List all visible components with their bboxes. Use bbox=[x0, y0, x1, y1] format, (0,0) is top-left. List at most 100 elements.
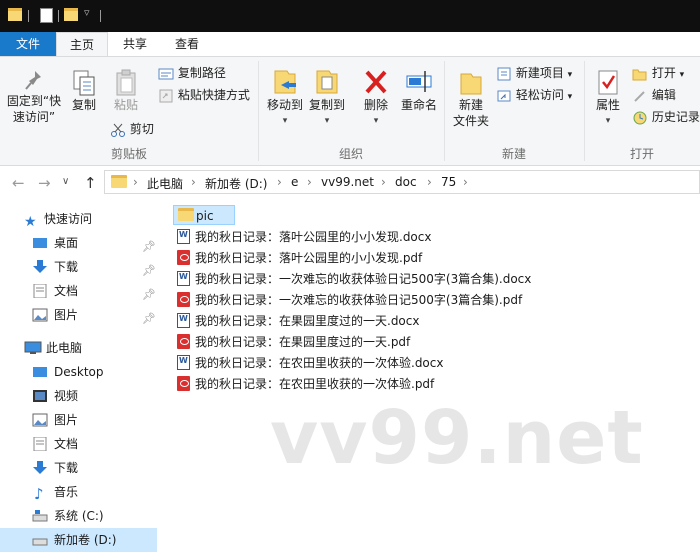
tab-view[interactable]: 查看 bbox=[164, 32, 210, 56]
folder-icon[interactable] bbox=[8, 8, 22, 21]
separator bbox=[100, 10, 101, 22]
nav-label: 桌面 bbox=[54, 236, 79, 250]
address-bar[interactable]: › 此电脑 › 新加卷 (D:) › e › vv99.net › doc › … bbox=[104, 170, 700, 194]
copy-icon bbox=[73, 70, 95, 96]
list-item-folder-pic[interactable]: pic bbox=[173, 205, 235, 225]
nav-item-documents[interactable]: 文档 bbox=[0, 432, 157, 456]
recent-locations-chevron-icon[interactable]: ∨ bbox=[62, 176, 69, 187]
nav-label: 下载 bbox=[54, 461, 79, 475]
breadcrumb-drive-d[interactable]: 新加卷 (D:) bbox=[205, 175, 267, 192]
pin-to-quick-access-button[interactable]: 固定到“快 速访问” bbox=[4, 69, 64, 125]
breadcrumb-doc[interactable]: doc bbox=[395, 175, 417, 189]
properties-check-icon bbox=[598, 70, 618, 95]
cut-button[interactable]: 剪切 bbox=[110, 119, 154, 139]
nav-item-documents-quick[interactable]: 文档 📌︎ bbox=[0, 279, 157, 303]
new-folder-icon[interactable] bbox=[64, 8, 78, 21]
nav-quick-access[interactable]: ★ 快速访问 bbox=[0, 207, 157, 231]
move-to-label: 移动到 bbox=[266, 98, 303, 112]
nav-label: Desktop bbox=[54, 365, 104, 379]
nav-item-downloads[interactable]: 下载 bbox=[0, 456, 157, 480]
scissors-icon bbox=[111, 123, 125, 137]
ribbon-tab-bar: 文件 主页 共享 查看 bbox=[0, 32, 700, 57]
paste-label: 粘贴 bbox=[113, 98, 138, 112]
word-doc-icon bbox=[177, 271, 190, 286]
nav-item-desktop[interactable]: Desktop bbox=[0, 360, 157, 384]
new-folder-label-line2: 文件夹 bbox=[452, 114, 489, 128]
organize-group-label: 组织 bbox=[338, 147, 363, 161]
copy-to-button[interactable]: 复制到 ▾ bbox=[306, 67, 348, 129]
word-doc-icon bbox=[177, 355, 190, 370]
breadcrumb-chevron-icon[interactable]: › bbox=[427, 175, 432, 189]
title-bar: ▿ bbox=[0, 0, 700, 32]
forward-arrow-icon[interactable]: → bbox=[38, 174, 51, 192]
copy-path-button[interactable]: 复制路径 bbox=[158, 63, 226, 83]
delete-button[interactable]: 删除 ▾ bbox=[358, 67, 394, 129]
pin-label-line1: 固定到“快 bbox=[6, 94, 62, 108]
nav-label: 快速访问 bbox=[44, 212, 93, 226]
delete-dropdown-icon: ▾ bbox=[373, 116, 379, 126]
nav-item-pictures[interactable]: 图片 bbox=[0, 408, 157, 432]
nav-item-drive-d[interactable]: 新加卷 (D:) bbox=[0, 528, 157, 552]
delete-x-icon bbox=[365, 70, 387, 94]
pdf-icon bbox=[177, 334, 190, 349]
pdf-icon bbox=[177, 250, 190, 265]
pin-label-line2: 速访问” bbox=[12, 110, 56, 124]
paste-shortcut-button[interactable]: 粘贴快捷方式 bbox=[158, 85, 250, 105]
edit-button[interactable]: 编辑 bbox=[632, 85, 676, 105]
tab-share[interactable]: 共享 bbox=[112, 32, 158, 56]
breadcrumb-chevron-icon[interactable]: › bbox=[133, 175, 138, 189]
watermark: vv99.net bbox=[270, 395, 644, 481]
nav-label: 音乐 bbox=[54, 485, 79, 499]
breadcrumb-vv99[interactable]: vv99.net bbox=[321, 175, 374, 189]
nav-item-downloads-quick[interactable]: 下载 📌︎ bbox=[0, 255, 157, 279]
move-to-button[interactable]: 移动到 ▾ bbox=[264, 67, 306, 129]
nav-item-music[interactable]: ♪ 音乐 bbox=[0, 480, 157, 504]
paste-button[interactable]: 粘贴 bbox=[108, 69, 144, 113]
open-icon bbox=[632, 69, 647, 80]
breadcrumb-chevron-icon[interactable]: › bbox=[277, 175, 282, 189]
breadcrumb-75[interactable]: 75 bbox=[441, 175, 456, 189]
download-arrow-icon bbox=[33, 260, 47, 273]
up-arrow-icon[interactable]: ↑ bbox=[84, 174, 97, 192]
music-note-icon: ♪ bbox=[34, 485, 44, 503]
breadcrumb-e[interactable]: e bbox=[291, 175, 298, 189]
nav-label: 下载 bbox=[54, 260, 79, 274]
properties-check-icon[interactable] bbox=[40, 8, 53, 23]
rename-button[interactable]: 重命名 bbox=[398, 67, 440, 113]
breadcrumb-chevron-icon[interactable]: › bbox=[307, 175, 312, 189]
history-button[interactable]: 历史记录 bbox=[632, 107, 700, 127]
nav-label: 视频 bbox=[54, 389, 79, 403]
separator bbox=[28, 10, 29, 22]
easy-access-button[interactable]: 轻松访问 ▾ bbox=[496, 85, 572, 105]
breadcrumb-chevron-icon[interactable]: › bbox=[381, 175, 386, 189]
rename-label: 重命名 bbox=[400, 98, 437, 112]
tab-file[interactable]: 文件 bbox=[0, 32, 56, 56]
copy-button[interactable]: 复制 bbox=[66, 69, 102, 113]
nav-item-pictures-quick[interactable]: 图片 📌︎ bbox=[0, 303, 157, 327]
new-folder-button[interactable]: 新建 文件夹 bbox=[450, 69, 492, 129]
nav-item-desktop-quick[interactable]: 桌面 📌︎ bbox=[0, 231, 157, 255]
nav-this-pc[interactable]: 此电脑 bbox=[0, 336, 157, 360]
file-name: 我的秋日记录：一次难忘的收获体验日记500字(3篇合集).docx bbox=[195, 272, 532, 286]
properties-dropdown-icon: ▾ bbox=[605, 116, 611, 126]
nav-item-drive-c[interactable]: 系统 (C:) bbox=[0, 504, 157, 528]
properties-label: 属性 bbox=[595, 98, 620, 112]
video-icon bbox=[33, 390, 47, 402]
pin-icon: 📌︎ bbox=[142, 312, 156, 325]
customize-toolbar-chevron-icon[interactable]: ▿ bbox=[84, 6, 90, 19]
download-arrow-icon bbox=[33, 461, 47, 474]
properties-button[interactable]: 属性 ▾ bbox=[588, 69, 628, 129]
open-group-label: 打开 bbox=[629, 147, 654, 161]
new-item-icon bbox=[497, 67, 511, 80]
breadcrumb-this-pc[interactable]: 此电脑 bbox=[147, 175, 183, 192]
tab-home[interactable]: 主页 bbox=[56, 32, 108, 57]
back-arrow-icon[interactable]: ← bbox=[12, 174, 25, 192]
ribbon: 固定到“快 速访问” 复制 粘贴 复制路径 粘贴快捷方式 剪切 剪贴板 移动到 … bbox=[0, 56, 700, 166]
breadcrumb-chevron-icon[interactable]: › bbox=[191, 175, 196, 189]
breadcrumb-chevron-icon[interactable]: › bbox=[463, 175, 468, 189]
cut-label: 剪切 bbox=[129, 122, 154, 136]
nav-item-videos[interactable]: 视频 bbox=[0, 384, 157, 408]
easy-access-dropdown-icon: ▾ bbox=[567, 92, 573, 102]
new-item-button[interactable]: 新建项目 ▾ bbox=[496, 63, 572, 83]
open-button[interactable]: 打开 ▾ bbox=[632, 63, 684, 83]
